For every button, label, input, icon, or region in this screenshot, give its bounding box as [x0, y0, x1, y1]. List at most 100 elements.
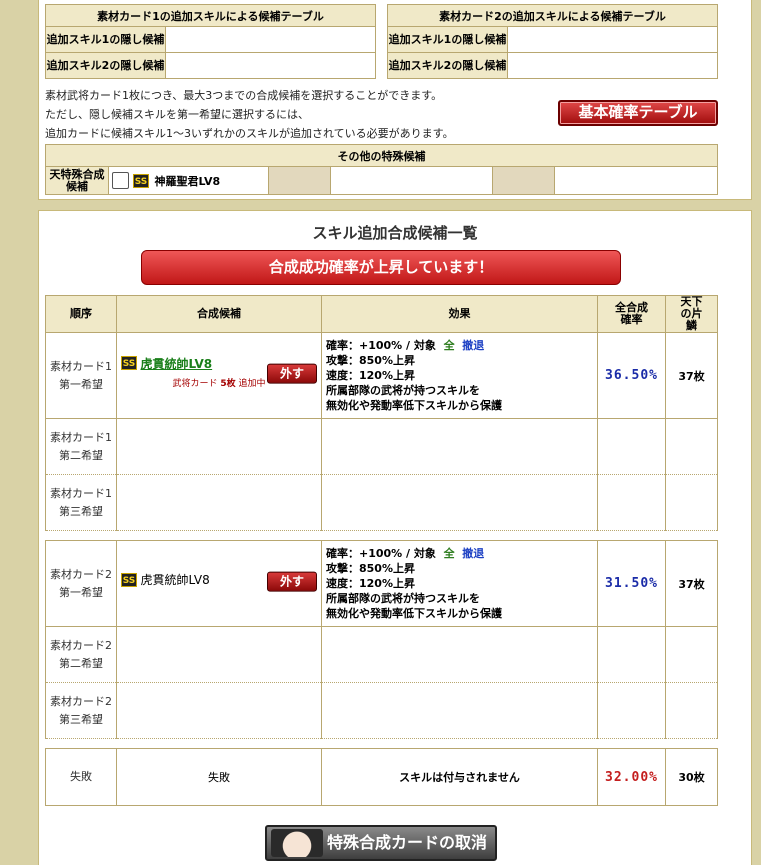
note-line-1: 素材武将カード1枚につき、最大3つまでの合成候補を選択することができます。	[45, 89, 443, 102]
effect-rate: 確率：+100% / 対象	[326, 547, 436, 560]
shard-count	[665, 626, 718, 683]
card1-hidden-label-2: 追加スキル2の隠し候補	[45, 52, 166, 79]
card1-table-title: 素材カード1の追加スキルによる候補テーブル	[45, 4, 376, 27]
success-rate: 36.50%	[597, 332, 666, 419]
basic-rate-table-button[interactable]: 基本確率テーブル	[558, 100, 718, 126]
effect-speed: 速度：120%上昇	[326, 369, 415, 382]
special-checkbox[interactable]	[112, 172, 129, 189]
card2-candidate-table: 素材カード2の追加スキルによる候補テーブル 追加スキル1の隠し候補 追加スキル2…	[387, 4, 718, 79]
special-label: 天特殊合成候補	[45, 166, 109, 195]
special-candidate-table: その他の特殊候補 天特殊合成候補 SS 神羅聖君LV8	[45, 144, 718, 195]
card2-hidden-label-1: 追加スキル1の隠し候補	[387, 26, 508, 53]
effect-attack: 攻撃：850%上昇	[326, 354, 415, 367]
order-priority: 第二希望	[59, 448, 103, 462]
candidate-cell[interactable]	[116, 682, 322, 739]
effect-desc-1: 所属部隊の武将が持つスキルを	[326, 384, 480, 397]
shard-count	[665, 682, 718, 739]
table-row: 失敗 失敗 スキルは付与されません 32.00% 30枚	[45, 748, 718, 806]
candidate-skill-link[interactable]: 虎貫統帥LV8	[141, 357, 213, 371]
success-rate-banner: 合成成功確率が上昇しています！	[141, 250, 621, 285]
failure-order: 失敗	[45, 748, 117, 806]
candidate-cell: SS 虎貫統帥LV8 外す	[116, 540, 322, 627]
failure-effect: スキルは付与されません	[321, 748, 598, 806]
candidate-cell[interactable]	[116, 418, 322, 475]
special-slot-3-label	[492, 166, 555, 195]
card1-candidate-table: 素材カード1の追加スキルによる候補テーブル 追加スキル1の隠し候補 追加スキル2…	[45, 4, 376, 79]
table-row: 素材カード2 第一希望 SS 虎貫統帥LV8 外す 確率：+100% / 対象 全…	[45, 540, 718, 627]
success-rate: 31.50%	[597, 540, 666, 627]
effect-speed: 速度：120%上昇	[326, 577, 415, 590]
cancel-special-card-button[interactable]: 特殊合成カードの取消	[265, 825, 497, 861]
order-cell: 素材カード1 第二希望	[45, 418, 117, 475]
effect-cell	[321, 626, 598, 683]
order-cell: 素材カード2 第一希望	[45, 540, 117, 627]
card1-hidden-value-1	[165, 26, 376, 53]
candidate-cell[interactable]	[116, 626, 322, 683]
table-row: 素材カード1 第一希望 SS 虎貫統帥LV8 武将カード 5枚 追加中 外す 確率…	[45, 332, 718, 419]
remove-button[interactable]: 外す	[267, 571, 317, 592]
selection-note: 素材武将カード1枚につき、最大3つまでの合成候補を選択することができます。 ただ…	[45, 86, 454, 143]
candidate-table-card2: 素材カード2 第一希望 SS 虎貫統帥LV8 外す 確率：+100% / 対象 全…	[45, 540, 718, 739]
rank-badge: SS	[121, 572, 137, 587]
note-line-3: 追加カードに候補スキル1～3いずれかのスキルが追加されている必要があります。	[45, 127, 454, 140]
special-slot-1: SS 神羅聖君LV8	[108, 166, 269, 195]
card2-hidden-value-1	[507, 26, 718, 53]
card2-table-title: 素材カード2の追加スキルによる候補テーブル	[387, 4, 718, 27]
effect-desc-2: 無効化や発動率低下スキルから保護	[326, 607, 502, 620]
order-source: 素材カード2	[50, 638, 112, 652]
shard-count	[665, 418, 718, 475]
character-portrait-icon	[271, 829, 323, 857]
order-source: 素材カード1	[50, 430, 112, 444]
card1-hidden-label-1: 追加スキル1の隠し候補	[45, 26, 166, 53]
header-order: 順序	[45, 295, 117, 333]
order-cell: 素材カード1 第一希望	[45, 332, 117, 419]
failure-shards: 30枚	[665, 748, 718, 806]
effect-cell: 確率：+100% / 対象 全 撤退 攻撃：850%上昇 速度：120%上昇 所…	[321, 332, 598, 419]
table-row: 素材カード1 第二希望	[45, 418, 718, 475]
remove-button[interactable]: 外す	[267, 363, 317, 384]
order-source: 素材カード2	[50, 694, 112, 708]
success-rate	[597, 626, 666, 683]
candidate-table-card1: 順序 合成候補 効果 全合成確率 天下の片鱗 素材カード1 第一希望 SS 虎貫統…	[45, 295, 718, 531]
order-priority: 第三希望	[59, 712, 103, 726]
effect-cell	[321, 682, 598, 739]
success-rate	[597, 682, 666, 739]
cancel-button-label: 特殊合成カードの取消	[327, 833, 488, 852]
effect-cell	[321, 418, 598, 475]
effect-target-retreat: 撤退	[462, 547, 485, 560]
effect-desc-2: 無効化や発動率低下スキルから保護	[326, 399, 502, 412]
failure-rate: 32.00%	[597, 748, 666, 806]
note-line-2: ただし、隠し候補スキルを第一希望に選択するには、	[45, 108, 309, 121]
rank-badge: SS	[133, 173, 149, 188]
effect-target-all: 全	[443, 339, 455, 352]
effect-rate: 確率：+100% / 対象	[326, 339, 436, 352]
card2-hidden-label-2: 追加スキル2の隠し候補	[387, 52, 508, 79]
table-row: 素材カード2 第三希望	[45, 682, 718, 739]
order-source: 素材カード1	[50, 486, 112, 500]
header-candidate: 合成候補	[116, 295, 322, 333]
order-cell: 素材カード2 第二希望	[45, 626, 117, 683]
success-rate	[597, 418, 666, 475]
card1-hidden-value-2	[165, 52, 376, 79]
order-source: 素材カード2	[50, 567, 112, 581]
candidate-cell[interactable]	[116, 474, 322, 531]
order-cell: 素材カード1 第三希望	[45, 474, 117, 531]
table-row: 素材カード1 第三希望	[45, 474, 718, 531]
header-rate: 全合成確率	[597, 295, 666, 333]
order-priority: 第一希望	[59, 377, 103, 391]
effect-target-all: 全	[443, 547, 455, 560]
effect-attack: 攻撃：850%上昇	[326, 562, 415, 575]
note-count: 5枚	[220, 378, 236, 389]
special-title: その他の特殊候補	[45, 144, 718, 167]
header-shards: 天下の片鱗	[665, 295, 718, 333]
header-effect: 効果	[321, 295, 598, 333]
failure-candidate: 失敗	[116, 748, 322, 806]
shard-count	[665, 474, 718, 531]
special-slot-2-label	[268, 166, 331, 195]
order-priority: 第二希望	[59, 656, 103, 670]
shard-count: 37枚	[665, 540, 718, 627]
special-slot-2	[330, 166, 493, 195]
shard-count: 37枚	[665, 332, 718, 419]
order-cell: 素材カード2 第三希望	[45, 682, 117, 739]
note-suffix: 追加中	[238, 378, 266, 389]
